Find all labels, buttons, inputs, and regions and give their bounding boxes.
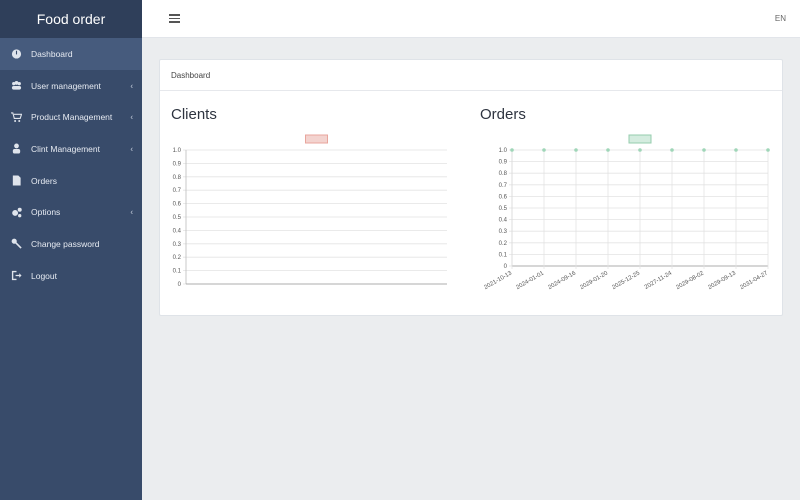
y-tick-label: 0.4 [173,228,182,234]
legend-swatch [305,134,328,144]
sidebar-item-product-management[interactable]: Product Management ‹ [0,101,142,133]
sidebar-item-options[interactable]: Options ‹ [0,196,142,228]
y-tick-label: 0.3 [499,229,508,235]
x-tick-label: 2029-09-13 [707,270,737,291]
sidebar-item-label: User management [31,80,101,91]
user-icon [9,143,23,155]
legend-swatch [628,134,652,144]
sidebar-item-change-password[interactable]: Change password [0,228,142,260]
x-tick-label: 2024-01-01 [515,270,545,291]
sidebar-item-label: Change password [31,238,100,249]
y-tick-label: 0.6 [499,194,508,200]
document-icon [9,175,23,187]
chevron-left-icon: ‹ [130,112,133,122]
sidebar-item-label: Product Management [31,112,113,123]
data-point [510,148,514,152]
x-tick-label: 2024-09-16 [547,270,577,291]
hamburger-menu-icon[interactable] [169,12,180,24]
data-point [702,148,706,152]
x-tick-label: 2029-08-02 [675,270,705,291]
gauge-icon [9,48,23,60]
x-tick-label: 2029-01-20 [579,270,609,291]
y-tick-label: 0 [504,264,508,270]
y-tick-label: 0.4 [499,218,508,224]
y-tick-label: 0.7 [499,183,508,189]
sidebar-menu: Dashboard User management ‹ Product Managem… [0,38,142,292]
cart-icon [9,111,23,123]
topbar: EN [142,0,800,38]
chevron-left-icon: ‹ [130,144,133,154]
sidebar-item-dashboard[interactable]: Dashboard [0,38,142,70]
gears-icon [9,206,23,218]
sidebar-item-label: Options [31,207,61,218]
sign-out-icon [9,270,23,282]
sidebar-item-label: Logout [31,270,57,281]
sidebar-item-label: Orders [31,175,57,186]
y-tick-label: 0.9 [499,160,508,166]
sidebar-item-user-management[interactable]: User management ‹ [0,70,142,102]
data-point [542,148,546,152]
sidebar-item-logout[interactable]: Logout [0,260,142,292]
y-tick-label: 0.5 [499,206,508,212]
y-tick-label: 1.0 [499,148,508,154]
sidebar-item-label: Clint Management [31,143,100,154]
users-icon [9,80,23,92]
data-point [734,148,738,152]
dashboard-card: Dashboard Clients Orders 0 0.1 0.2 0.3 0.4 0.… [159,59,783,316]
sidebar-item-label: Dashboard [31,48,73,59]
sidebar-item-orders[interactable]: Orders [0,165,142,197]
y-tick-label: 0.1 [173,269,182,275]
y-tick-label: 0.7 [173,188,182,194]
y-tick-label: 0.5 [173,215,182,221]
y-tick-label: 0.2 [499,241,508,247]
x-tick-label: 2027-11-24 [644,270,674,291]
y-tick-label: 0.1 [499,252,508,258]
y-tick-label: 0.8 [499,171,508,177]
y-tick-label: 0.3 [173,242,182,248]
y-tick-label: 0.6 [173,202,182,208]
y-tick-label: 0.2 [173,255,182,261]
sidebar: Food order Dashboard User management ‹ Prod… [0,0,142,500]
key-icon [9,238,23,250]
x-tick-label: 2031-04-27 [739,270,769,291]
x-tick-label: 2021-10-13 [483,270,513,291]
data-point [766,148,770,152]
chevron-left-icon: ‹ [130,207,133,217]
y-tick-label: 0.8 [173,175,182,181]
data-point [606,148,610,152]
x-tick-label: 2025-12-25 [611,270,641,291]
y-tick-label: 0.9 [173,161,182,167]
data-point [670,148,674,152]
language-selector[interactable]: EN [775,14,786,23]
app-title[interactable]: Food order [0,0,142,38]
data-point [638,148,642,152]
chevron-left-icon: ‹ [130,81,133,91]
charts-area: 0 0.1 0.2 0.3 0.4 0.5 0.6 0.7 0.8 0.9 1.0 0 0.1 0.2 0.… [173,134,770,291]
y-tick-label: 1.0 [173,148,182,154]
data-point [574,148,578,152]
y-tick-label: 0 [178,282,182,288]
sidebar-item-clint-management[interactable]: Clint Management ‹ [0,133,142,165]
